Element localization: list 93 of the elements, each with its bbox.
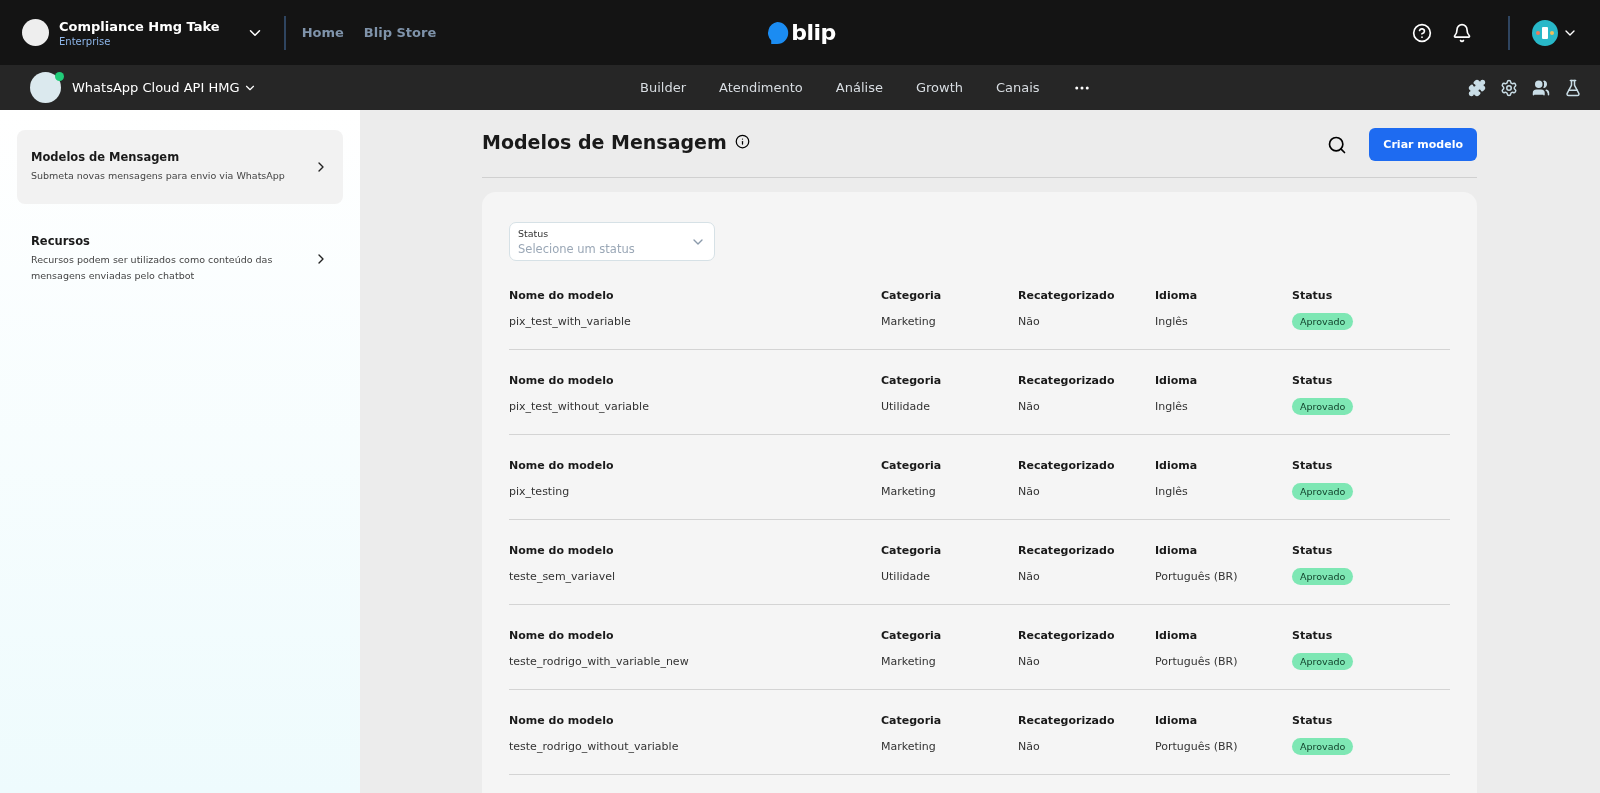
recategorized-header: Recategorizado xyxy=(1018,374,1116,387)
language-cell-text: Português (BR) xyxy=(1155,570,1239,583)
nav-link[interactable]: Builder xyxy=(640,80,686,95)
category-header: Categoria xyxy=(881,459,943,472)
bell-icon[interactable] xyxy=(1452,22,1472,43)
status-header: Status xyxy=(1292,289,1334,302)
category-cell-text: Utilidade xyxy=(881,400,931,413)
language-header: Idioma xyxy=(1155,374,1199,387)
status-header: Status xyxy=(1292,374,1334,387)
language-cell-text: Português (BR) xyxy=(1155,740,1239,753)
status-header: Status xyxy=(1292,544,1334,557)
nav-link[interactable]: Growth xyxy=(915,80,963,95)
brand-logo-text: blip xyxy=(791,20,836,45)
recategorized-header: Recategorizado xyxy=(1018,544,1116,557)
category-cell-text: Marketing xyxy=(881,655,937,668)
category-header: Categoria xyxy=(881,714,943,727)
model-name-header: Nome do modelo xyxy=(509,544,615,557)
recategorized-header: Recategorizado xyxy=(1018,714,1116,727)
puzzle-icon[interactable] xyxy=(1468,78,1486,97)
info-icon[interactable] xyxy=(734,134,750,149)
language-header: Idioma xyxy=(1155,289,1199,302)
status-badge: Aprovado xyxy=(1292,398,1354,415)
page-title: Modelos de Mensagem xyxy=(482,130,727,153)
sidebar-item[interactable]: Recursos Recursos podem ser utilizados como conteúdo das mensagens enviadas pelo chatbot xyxy=(17,214,343,304)
language-header: Idioma xyxy=(1155,714,1199,727)
recategorized-header: Recategorizado xyxy=(1018,629,1116,642)
status-badge: Aprovado xyxy=(1292,653,1354,670)
category-header: Categoria xyxy=(881,374,943,387)
avatar-icon[interactable] xyxy=(1532,19,1558,46)
nav-link[interactable]: Canais xyxy=(995,80,1040,95)
help-icon[interactable] xyxy=(1412,22,1432,43)
category-header: Categoria xyxy=(881,544,943,557)
language-header: Idioma xyxy=(1155,629,1199,642)
org-plan: Enterprise xyxy=(59,35,112,47)
model-name-header: Nome do modelo xyxy=(509,629,615,642)
model-name-cell-text: pix_test_with_variable xyxy=(509,315,632,328)
language-header: Idioma xyxy=(1155,459,1199,472)
select-placeholder: Selecione um status xyxy=(518,241,636,256)
status-header: Status xyxy=(1292,714,1334,727)
top-nav-link[interactable]: Home xyxy=(301,25,344,40)
language-header: Idioma xyxy=(1155,544,1199,557)
search-icon[interactable] xyxy=(1327,134,1348,155)
sidebar-item[interactable]: Modelos de Mensagem Submeta novas mensagens para envio via WhatsApp xyxy=(17,130,343,204)
status-header: Status xyxy=(1292,459,1334,472)
status-badge: Aprovado xyxy=(1292,568,1354,585)
status-badge: Aprovado xyxy=(1292,483,1354,500)
recategorized-cell-text: Não xyxy=(1018,655,1041,668)
settings-icon[interactable] xyxy=(1500,78,1518,97)
recategorized-cell-text: Não xyxy=(1018,740,1041,753)
category-cell-text: Marketing xyxy=(881,485,937,498)
org-name: Compliance Hmg Take xyxy=(59,18,220,34)
status-badge: Aprovado xyxy=(1292,313,1354,330)
category-header: Categoria xyxy=(881,629,943,642)
recategorized-header: Recategorizado xyxy=(1018,459,1116,472)
model-name-cell-text: teste_rodrigo_with_variable_new xyxy=(509,655,690,668)
top-nav-link[interactable]: Blip Store xyxy=(363,25,437,40)
category-cell-text: Utilidade xyxy=(881,570,931,583)
language-cell-text: Inglês xyxy=(1155,485,1189,498)
recategorized-cell-text: Não xyxy=(1018,485,1041,498)
status-header: Status xyxy=(1292,629,1334,642)
flask-icon[interactable] xyxy=(1564,78,1582,97)
bot-name[interactable]: WhatsApp Cloud API HMG xyxy=(72,80,240,95)
sidebar-item-title: Recursos xyxy=(31,234,91,248)
category-header: Categoria xyxy=(881,289,943,302)
nav-link[interactable]: Atendimento xyxy=(719,80,803,95)
nav-link[interactable]: Análise xyxy=(835,80,883,95)
category-cell-text: Marketing xyxy=(881,315,937,328)
model-name-header: Nome do modelo xyxy=(509,714,615,727)
language-cell-text: Português (BR) xyxy=(1155,655,1239,668)
category-cell-text: Marketing xyxy=(881,740,937,753)
sidebar-item-description: Submeta novas mensagens para envio via WhatsApp xyxy=(31,169,286,183)
create-template-button[interactable]: Criar modelo xyxy=(1369,128,1477,161)
recategorized-cell-text: Não xyxy=(1018,400,1041,413)
model-name-cell-text: pix_testing xyxy=(509,485,571,498)
select-label: Status xyxy=(518,227,550,239)
sidebar-item-description: Recursos podem ser utilizados como conteúdo das mensagens enviadas pelo chatbot xyxy=(31,253,274,283)
language-cell-text: Inglês xyxy=(1155,315,1189,328)
language-cell-text: Inglês xyxy=(1155,400,1189,413)
model-name-cell-text: teste_rodrigo_without_variable xyxy=(509,740,680,753)
recategorized-header: Recategorizado xyxy=(1018,289,1116,302)
model-name-header: Nome do modelo xyxy=(509,459,615,472)
model-name-cell-text: pix_test_without_variable xyxy=(509,400,650,413)
model-name-header: Nome do modelo xyxy=(509,374,615,387)
people-icon[interactable] xyxy=(1532,78,1550,97)
org-avatar[interactable] xyxy=(22,19,49,46)
recategorized-cell-text: Não xyxy=(1018,315,1041,328)
status-badge: Aprovado xyxy=(1292,738,1354,755)
model-name-header: Nome do modelo xyxy=(509,289,615,302)
model-name-cell-text: teste_sem_variavel xyxy=(509,570,616,583)
sidebar-item-title: Modelos de Mensagem xyxy=(31,150,181,164)
status-select[interactable]: Status Selecione um status xyxy=(509,222,715,261)
recategorized-cell-text: Não xyxy=(1018,570,1041,583)
bot-avatar[interactable] xyxy=(30,72,61,103)
